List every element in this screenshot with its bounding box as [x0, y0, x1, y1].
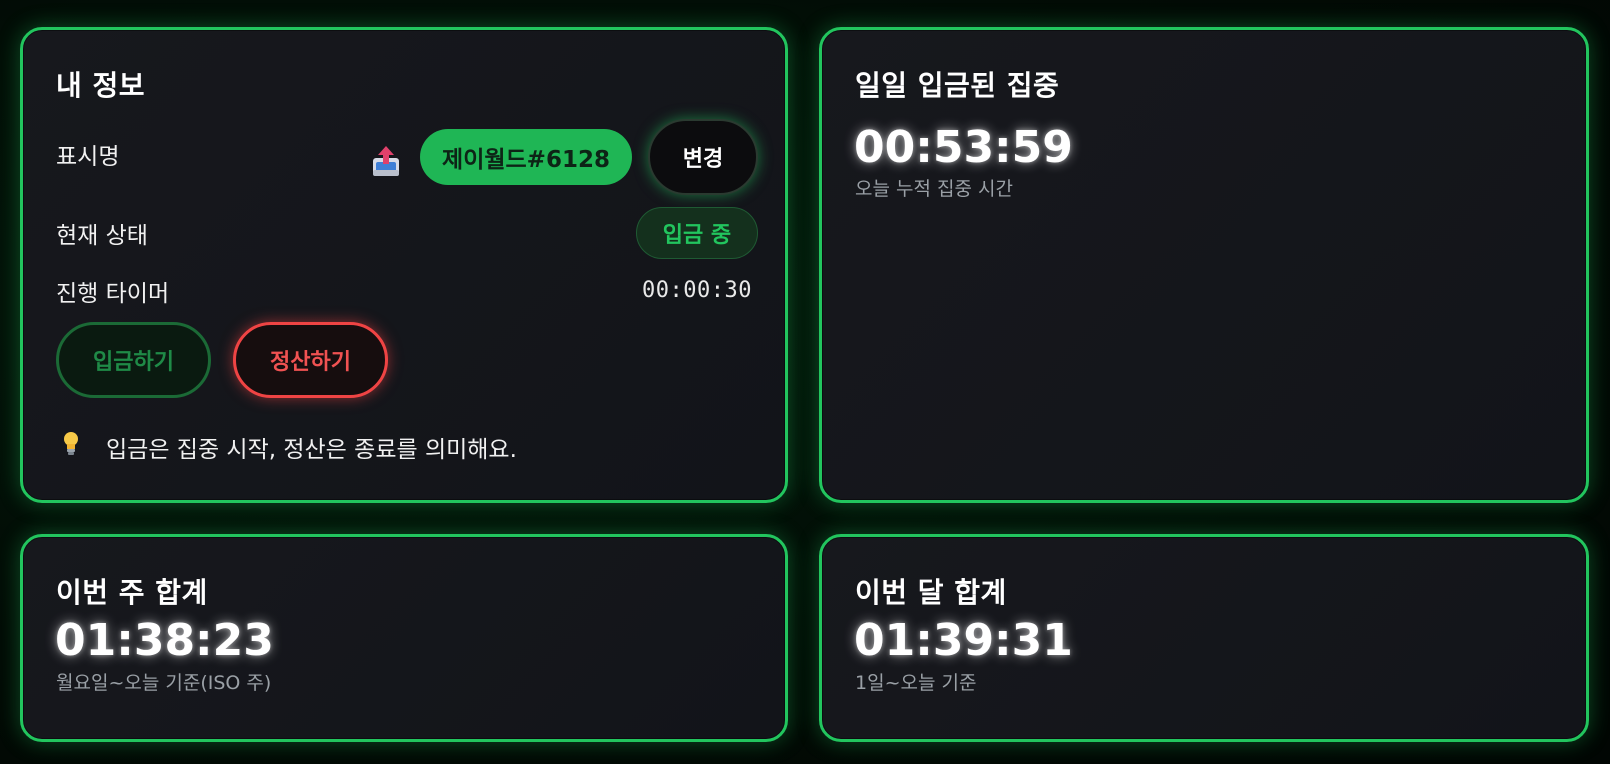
monthly-card-title: 이번 달 합계	[855, 576, 1007, 609]
light-bulb-icon	[64, 432, 78, 455]
daily-focus-card: 일일 입금된 집중 00:53:59 오늘 누적 집중 시간	[819, 27, 1589, 503]
monthly-total-card: 이번 달 합계 01:39:31 1일~오늘 기준	[819, 534, 1589, 742]
daily-caption: 오늘 누적 집중 시간	[855, 178, 1013, 200]
monthly-time: 01:39:31	[854, 615, 1073, 666]
display-name-label: 표시명	[56, 144, 120, 170]
info-card-title: 내 정보	[56, 69, 146, 102]
change-name-button[interactable]: 변경	[648, 119, 758, 195]
tip-text: 입금은 집중 시작, 정산은 종료를 의미해요.	[106, 437, 517, 463]
timer-label: 진행 타이머	[56, 281, 170, 307]
monthly-caption: 1일~오늘 기준	[855, 672, 977, 694]
outbox-tray-icon	[373, 146, 399, 176]
weekly-time: 01:38:23	[55, 615, 274, 666]
daily-time: 00:53:59	[854, 122, 1073, 173]
daily-card-title: 일일 입금된 집중	[855, 69, 1060, 102]
weekly-total-card: 이번 주 합계 01:38:23 월요일~오늘 기준(ISO 주)	[20, 534, 788, 742]
weekly-caption: 월요일~오늘 기준(ISO 주)	[56, 672, 272, 694]
display-name-pill: 제이월드#6128	[420, 129, 632, 185]
deposit-button[interactable]: 입금하기	[56, 322, 211, 398]
weekly-card-title: 이번 주 합계	[56, 576, 208, 609]
settle-button[interactable]: 정산하기	[233, 322, 388, 398]
status-badge: 입금 중	[636, 207, 758, 259]
status-label: 현재 상태	[56, 223, 148, 249]
info-card: 내 정보 표시명 제이월드#6128 변경 현재 상태 입금 중 진행 타이머 …	[20, 27, 788, 503]
timer-value: 00:00:30	[642, 278, 752, 303]
